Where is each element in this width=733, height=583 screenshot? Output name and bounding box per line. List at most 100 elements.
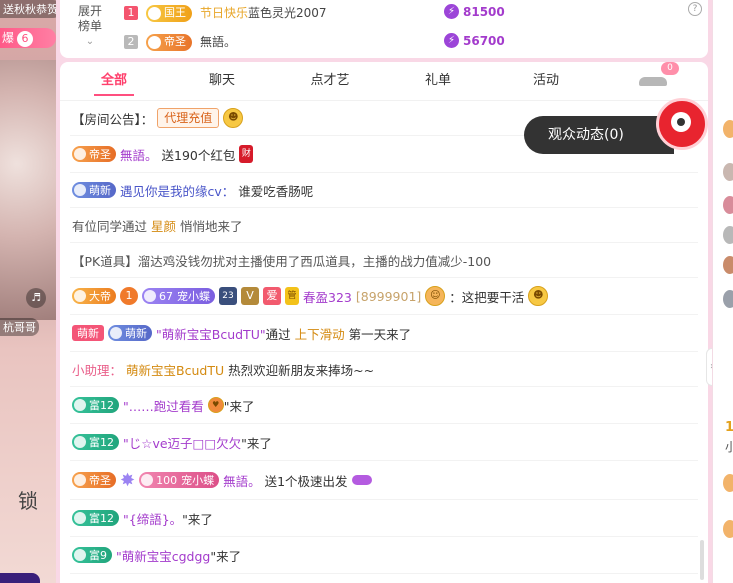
tab-all[interactable]: 全部	[60, 62, 168, 100]
user-name[interactable]: "……跑过看看	[123, 396, 204, 415]
wealth-badge: 富9	[72, 547, 112, 563]
avatar[interactable]	[723, 226, 733, 244]
user-name[interactable]: "じ☆ve迈子□□欠欠	[123, 433, 241, 452]
guard-icon: 23	[219, 287, 237, 305]
enter-text: "来了	[241, 435, 272, 451]
speaker-icon[interactable]: ♬	[26, 288, 46, 308]
emperor-badge: 帝圣	[72, 146, 116, 162]
user-name[interactable]: "萌新宝宝cgdgg	[116, 546, 210, 565]
expand-label-2: 榜单	[77, 19, 102, 33]
heart-eyes-emoji-icon: ♥	[207, 397, 224, 413]
video-stream-preview[interactable]: 送秋秋恭贺 爆6 ♬ 杭哥哥 锁	[0, 0, 56, 583]
emperor-badge: 帝圣	[72, 472, 116, 488]
grin-emoji-icon: ☻	[223, 108, 244, 128]
list-item: 小助理： 萌新宝宝BcudTU 热烈欢迎新朋友来捧场~~	[70, 352, 698, 387]
emperor-icon	[74, 474, 86, 486]
list-item: 【PK道具】溜达鸡没钱勿扰对主播使用了西瓜道具，主播的战力值减少-100	[70, 243, 698, 278]
streamer-video	[0, 60, 56, 320]
enter-text: "来了	[182, 511, 213, 527]
avatar[interactable]	[723, 163, 733, 181]
newbie-badge: 萌新	[72, 182, 116, 198]
enter-text: "来了	[210, 548, 242, 564]
user-name[interactable]: 萌新宝宝BcudTU	[126, 360, 224, 379]
wealth-badge: 富12	[72, 510, 119, 526]
car-icon: 0	[639, 62, 679, 88]
user-name[interactable]: "萌新宝宝BcudTU"	[156, 324, 266, 343]
right-panel-number: 1	[725, 420, 733, 435]
user-name[interactable]: 無語。	[120, 145, 158, 164]
help-icon[interactable]: ?	[688, 2, 702, 16]
tab-gift-list[interactable]: 礼单	[384, 62, 492, 100]
newbie-icon	[74, 184, 86, 196]
rank-user-name[interactable]: 無語。	[200, 31, 236, 53]
expand-rank-button[interactable]: 展开 榜单 ⌄	[70, 4, 110, 49]
list-item: 富12 "……跑过看看 ♥ "来了	[70, 387, 698, 424]
avatar[interactable]	[723, 474, 733, 492]
vip-v-icon: V	[241, 287, 259, 305]
list-item: 萌新 萌新 "萌新宝宝BcudTU" 通过 上下滑动 第一天来了	[70, 315, 698, 352]
tiger-emoji-icon: ☺	[425, 286, 446, 306]
message-text: 送1个极速出发	[264, 473, 348, 489]
avatar[interactable]	[723, 196, 733, 214]
emperor-icon	[74, 148, 86, 160]
rank-gift-tag: 节日快乐	[200, 6, 249, 20]
emperor-rank-badge: 大帝	[72, 288, 116, 304]
rank-row[interactable]: 1 国王 节日快乐 蓝色灵光2007	[124, 2, 327, 24]
user-name[interactable]: 春盈323	[303, 287, 352, 306]
avatar[interactable]	[723, 120, 733, 138]
avatar[interactable]	[723, 256, 733, 274]
tab-chat[interactable]: 聊天	[168, 62, 276, 100]
user-id: [8999901]	[355, 288, 422, 304]
viewer-activity-button[interactable]: 观众动态(0)	[524, 116, 674, 154]
user-name[interactable]: 無語。	[223, 471, 261, 490]
message-text: 谁爱吃香肠呢	[238, 183, 314, 199]
entry-source[interactable]: 星颜	[151, 216, 176, 235]
enter-text: 通过	[265, 326, 291, 342]
car-count: 0	[661, 62, 679, 75]
list-item: 萌新 遇见你是我的缘cv： 谁爱吃香肠呢	[70, 173, 698, 208]
race-car-gift-icon	[351, 475, 372, 485]
tab-car[interactable]: 0	[600, 62, 708, 100]
avatar[interactable]	[723, 290, 733, 308]
rank-user-name[interactable]: 蓝色灵光2007	[248, 2, 327, 24]
lightning-icon: ⚡	[444, 33, 459, 48]
message-list[interactable]: 【房间公告】： 代理充值 ☻ 帝圣 無語。 送190个红包 财 萌新 遇见你是我…	[60, 101, 708, 574]
list-item: 有位同学通过 星颜 悄悄地来了	[70, 208, 698, 243]
user-name[interactable]: 遇见你是我的缘cv：	[120, 181, 234, 200]
agent-recharge-tag[interactable]: 代理充值	[157, 108, 220, 128]
chevron-down-icon: ⌄	[85, 36, 95, 47]
pet-icon	[144, 290, 156, 302]
host-tag: 杭哥哥	[0, 318, 39, 336]
enter-text: 有位同学通过	[72, 218, 148, 234]
chat-scrollbar[interactable]	[700, 540, 704, 580]
wealth-icon	[74, 549, 86, 561]
rank-row[interactable]: 2 帝圣 無語。	[124, 31, 236, 53]
enter-text-suffix: 第一天来了	[348, 326, 412, 342]
tab-activity[interactable]: 活动	[492, 62, 600, 100]
message-text: 送190个红包	[161, 147, 236, 163]
message-text: ：这把要干活	[449, 289, 525, 305]
newbie-icon	[110, 327, 122, 339]
lightning-icon: ⚡	[444, 4, 459, 19]
right-side-panel: 1 小	[712, 0, 733, 583]
mascot-float-button[interactable]	[656, 98, 708, 150]
tab-talent[interactable]: 点才艺	[276, 62, 384, 100]
wealth-badge: 富12	[72, 434, 119, 450]
chat-tabs: 全部 聊天 点才艺 礼单 活动 0	[60, 62, 708, 101]
user-name[interactable]: "{缔語}。	[123, 509, 182, 528]
burst-badge[interactable]: 爆6	[0, 28, 56, 48]
burst-count: 6	[17, 31, 34, 47]
noble-badge: 国王	[146, 4, 192, 22]
rank-points: ⚡ 56700	[444, 33, 505, 48]
rank-points: ⚡ 81500	[444, 4, 505, 19]
sticker-text: 锁	[18, 489, 38, 513]
stream-bottom-bar	[0, 573, 40, 583]
enter-text: "来了	[223, 398, 255, 414]
right-panel-label: 小	[725, 438, 733, 455]
list-item: 富9 "萌新宝宝cgdgg "来了	[70, 537, 698, 574]
entry-source[interactable]: 上下滑动	[295, 324, 345, 343]
emperor-icon	[148, 35, 161, 49]
pet-badge: 100 宠小蝶	[139, 472, 220, 488]
mascot-icon	[671, 112, 691, 132]
avatar[interactable]	[723, 520, 733, 538]
